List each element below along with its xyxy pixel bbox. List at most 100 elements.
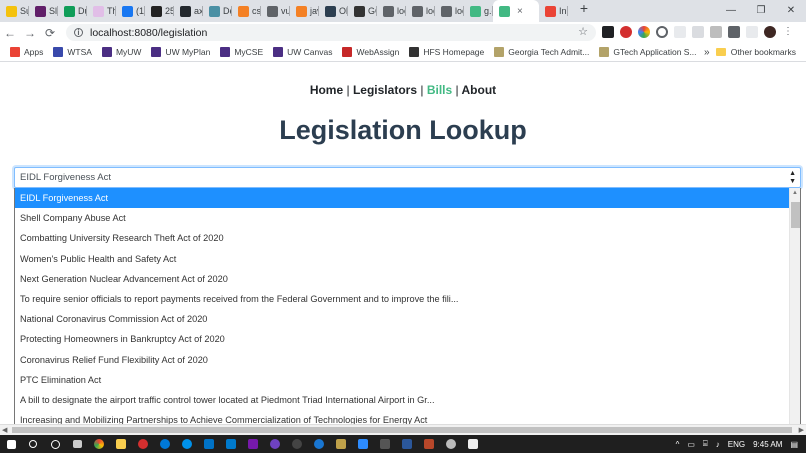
puzzle-extension-icon[interactable]	[728, 26, 740, 38]
dropdown-option[interactable]: Women's Public Health and Safety Act	[15, 249, 800, 269]
legislation-select[interactable]: EIDL Forgiveness Act ▲ ▼	[14, 167, 801, 188]
new-tab-button[interactable]: +	[574, 0, 594, 22]
windows-start-icon[interactable]	[0, 435, 22, 453]
grid-extension-icon[interactable]	[692, 26, 704, 38]
dropdown-scrollbar[interactable]: ▲	[789, 188, 800, 434]
active-browser-tab[interactable]: ×	[493, 0, 539, 22]
zoom-icon[interactable]	[352, 435, 374, 453]
browser-tab[interactable]: Slu	[29, 0, 58, 22]
scroll-up-icon[interactable]: ▲	[790, 188, 800, 199]
browser-tab[interactable]: Sui	[0, 0, 29, 22]
back-button[interactable]: ←	[0, 26, 20, 40]
photos-icon[interactable]	[374, 435, 396, 453]
dropdown-option[interactable]: Protecting Homeowners in Bankruptcy Act …	[15, 329, 800, 349]
scrollbar-thumb[interactable]	[791, 202, 800, 228]
reload-button[interactable]: ⟳	[40, 26, 60, 40]
task-view-icon[interactable]	[66, 435, 88, 453]
info-icon[interactable]: i	[74, 28, 83, 37]
steam-icon[interactable]	[286, 435, 308, 453]
minimize-button[interactable]: —	[716, 0, 746, 22]
settings-icon[interactable]	[440, 435, 462, 453]
browser-tab[interactable]: css	[232, 0, 261, 22]
cortana-icon[interactable]	[44, 435, 66, 453]
dropdown-option[interactable]: Coronavirus Relief Fund Flexibility Act …	[15, 350, 800, 370]
file-explorer-icon[interactable]	[110, 435, 132, 453]
volume-icon[interactable]: ♪	[716, 440, 720, 449]
blank-extension-icon[interactable]	[674, 26, 686, 38]
dropdown-option[interactable]: Combatting University Research Theft Act…	[15, 228, 800, 248]
browser-tab[interactable]: Du	[58, 0, 87, 22]
browser-tab[interactable]: loc	[406, 0, 435, 22]
powerpoint-icon[interactable]	[418, 435, 440, 453]
forward-button[interactable]: →	[20, 26, 40, 40]
browser-tab[interactable]: loc	[377, 0, 406, 22]
nav-legislators-link[interactable]: Legislators	[353, 83, 417, 97]
media-icon[interactable]	[132, 435, 154, 453]
dropdown-option[interactable]: Shell Company Abuse Act	[15, 208, 800, 228]
bookmark-item[interactable]: WebAssign	[342, 47, 399, 57]
nav-about-link[interactable]: About	[462, 83, 497, 97]
browser-tab[interactable]: vu	[261, 0, 290, 22]
word-icon[interactable]	[396, 435, 418, 453]
sourcetree-icon[interactable]	[308, 435, 330, 453]
browser-tab[interactable]: Ob	[319, 0, 348, 22]
menu-extension-icon[interactable]	[746, 26, 758, 38]
pdf-extension-icon[interactable]	[602, 26, 614, 38]
box-app-icon[interactable]	[330, 435, 352, 453]
browser-tab[interactable]: Th	[87, 0, 116, 22]
dropdown-option[interactable]: To require senior officials to report pa…	[15, 289, 800, 309]
search-icon[interactable]	[22, 435, 44, 453]
browser-tab[interactable]: (1)	[116, 0, 145, 22]
other-bookmarks[interactable]: Other bookmarks	[715, 47, 796, 57]
bookmark-item[interactable]: WTSA	[53, 47, 92, 57]
dropdown-option[interactable]: Next Generation Nuclear Advancement Act …	[15, 269, 800, 289]
profile-avatar-icon[interactable]	[764, 26, 776, 38]
bookmarks-overflow-button[interactable]: »	[704, 47, 710, 58]
onenote-icon[interactable]	[242, 435, 264, 453]
vscode-icon[interactable]	[220, 435, 242, 453]
browser-tab[interactable]: GC	[348, 0, 377, 22]
dropdown-option[interactable]: PTC Elimination Act	[15, 370, 800, 390]
bookmark-star-icon[interactable]: ☆	[578, 25, 588, 38]
nav-home-link[interactable]: Home	[310, 83, 343, 97]
k-extension-icon[interactable]	[710, 26, 722, 38]
browser-tab[interactable]: axi	[174, 0, 203, 22]
dropdown-option[interactable]: A bill to designate the airport traffic …	[15, 390, 800, 410]
clock[interactable]: 9:45 AM	[753, 440, 782, 449]
language-indicator[interactable]: ENG	[728, 440, 745, 449]
chrome-icon[interactable]	[88, 435, 110, 453]
c-app2-icon[interactable]	[176, 435, 198, 453]
color-extension-icon[interactable]	[638, 26, 650, 38]
bookmark-item[interactable]: MyUW	[101, 47, 141, 57]
browser-tab[interactable]: De	[203, 0, 232, 22]
outlook-icon[interactable]	[198, 435, 220, 453]
bookmark-item[interactable]: Apps	[10, 47, 43, 57]
browser-tab[interactable]: 25	[145, 0, 174, 22]
bookmark-item[interactable]: UW Canvas	[273, 47, 332, 57]
bookmark-item[interactable]: HFS Homepage	[409, 47, 484, 57]
address-bar[interactable]: i localhost:8080/legislation ☆	[66, 24, 596, 41]
browser-tab[interactable]: Inl	[539, 0, 568, 22]
bookmark-item[interactable]: UW MyPlan	[151, 47, 210, 57]
browser-tab[interactable]: jav	[290, 0, 319, 22]
url-text[interactable]: localhost:8080/legislation	[90, 27, 207, 39]
browser-tab[interactable]: g.c	[464, 0, 493, 22]
browser-tab[interactable]: loc	[435, 0, 464, 22]
nav-bills-link[interactable]: Bills	[427, 83, 452, 97]
app-icon[interactable]	[462, 435, 484, 453]
dropdown-option[interactable]: National Coronavirus Commission Act of 2…	[15, 309, 800, 329]
github-desktop-icon[interactable]	[264, 435, 286, 453]
adblock-extension-icon[interactable]	[620, 26, 632, 38]
bookmark-item[interactable]: GTech Application S...	[599, 47, 697, 57]
more-menu-icon[interactable]: ⋮	[782, 26, 794, 38]
horizontal-scrollbar-thumb[interactable]	[12, 427, 792, 433]
close-window-button[interactable]: ✕	[776, 0, 806, 22]
dropdown-option[interactable]: EIDL Forgiveness Act	[15, 188, 800, 209]
battery-icon[interactable]: ▭	[687, 440, 695, 449]
circle-extension-icon[interactable]	[656, 26, 668, 38]
bookmark-item[interactable]: Georgia Tech Admit...	[494, 47, 589, 57]
chevron-up-icon[interactable]: ^	[676, 440, 680, 449]
network-icon[interactable]: ⌸	[703, 439, 708, 449]
horizontal-scrollbar[interactable]: ◀ ▶	[0, 424, 806, 435]
notifications-icon[interactable]: ▤	[790, 440, 798, 449]
